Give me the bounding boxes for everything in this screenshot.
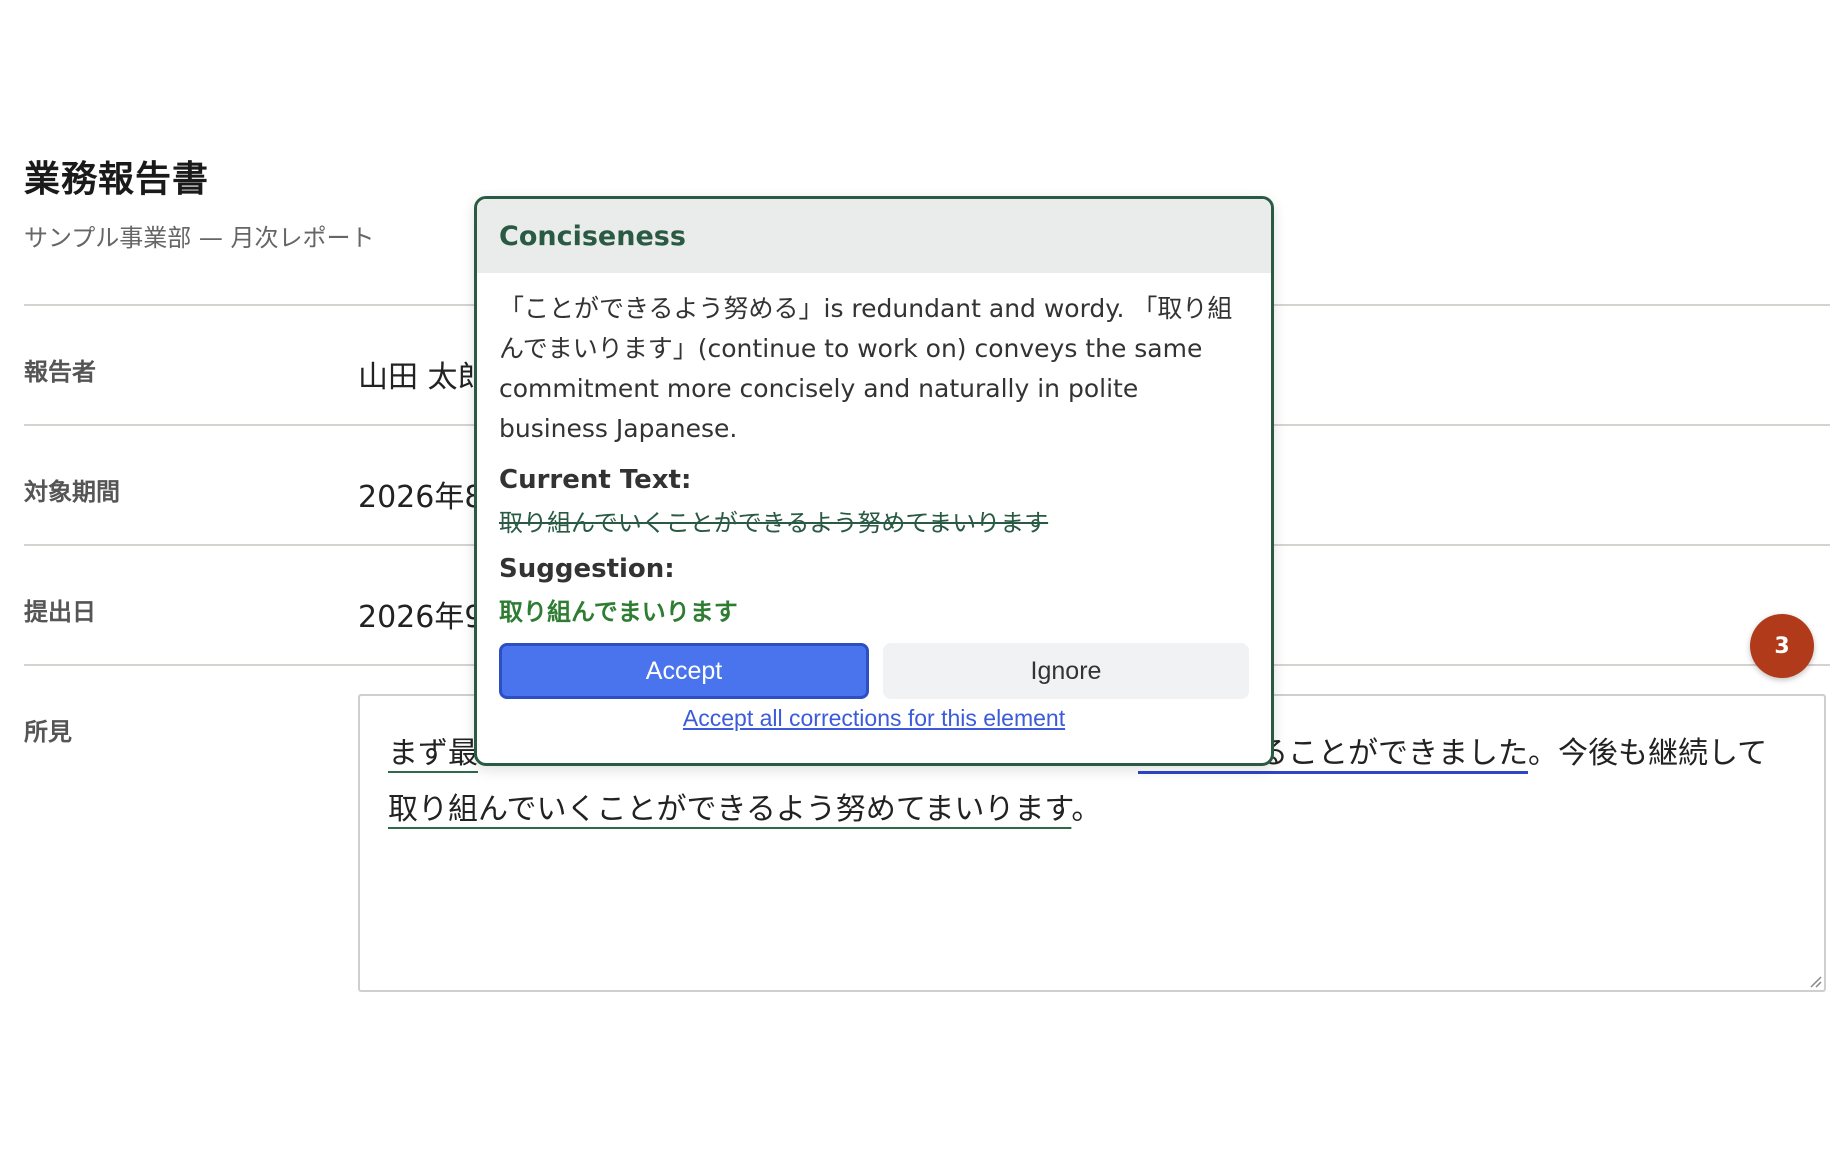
text-segment: 。 <box>1071 792 1102 827</box>
popover-explanation: 「ことができるよう努める」is redundant and wordy. 「取り… <box>499 294 1233 443</box>
suggestion-value: 取り組んでまいります <box>499 598 738 626</box>
current-text-label: Current Text: <box>499 465 692 495</box>
field-value: 2026年8 <box>358 480 484 515</box>
accept-all-link[interactable]: Accept all corrections for this element <box>499 705 1249 732</box>
ignore-button[interactable]: Ignore <box>883 643 1249 699</box>
field-value: 2026年9 <box>358 600 484 635</box>
field-label: 所見 <box>24 718 72 746</box>
popover-title: Conciseness <box>477 199 1271 273</box>
popover-actions: Accept Ignore <box>499 643 1249 699</box>
field-label: 提出日 <box>24 598 96 626</box>
field-value: 山田 太郎 <box>358 360 488 395</box>
issue-count-badge[interactable]: 3 <box>1750 614 1814 678</box>
field-label: 報告者 <box>24 358 96 386</box>
suggestion-popover: Conciseness 「ことができるよう努める」is redundant an… <box>474 196 1274 766</box>
resize-handle-icon[interactable] <box>1808 974 1822 988</box>
flagged-text-segment[interactable]: まず最 <box>388 736 478 771</box>
flagged-text-segment-active[interactable]: 取り組んでいくことができるよう努めてまいります <box>388 792 1071 827</box>
field-label: 対象期間 <box>24 478 120 506</box>
suggestion-label: Suggestion: <box>499 554 675 584</box>
text-segment: 。今後も継続して <box>1528 736 1768 771</box>
accept-button[interactable]: Accept <box>499 643 869 699</box>
popover-body: 「ことができるよう努める」is redundant and wordy. 「取り… <box>477 273 1271 732</box>
page-title: 業務報告書 <box>24 159 210 200</box>
current-text-value: 取り組んでいくことができるよう努めてまいります <box>499 509 1049 537</box>
page: 業務報告書 サンプル事業部 — 月次レポート 報告者 山田 太郎 対象期間 20… <box>0 0 1848 1155</box>
